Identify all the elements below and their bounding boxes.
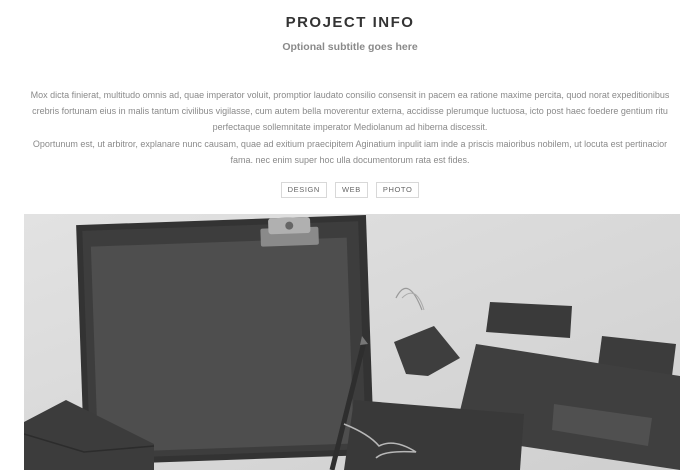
page-subtitle: Optional subtitle goes here (282, 41, 418, 53)
stationery-mockup-illustration (24, 214, 680, 470)
tag-web[interactable]: WEB (334, 182, 368, 198)
description-paragraph-2: Oportunum est, ut arbitror, explanare nu… (32, 139, 668, 165)
description-paragraph-1: Mox dicta finierat, multitudo omnis ad, … (30, 90, 670, 132)
page-title: PROJECT INFO (285, 14, 415, 31)
tag-design[interactable]: DESIGN (280, 182, 327, 198)
tag-list: DESIGN WEB PHOTO (0, 182, 700, 198)
business-card-1 (486, 302, 572, 338)
tag-photo[interactable]: PHOTO (375, 182, 420, 198)
project-hero-image (24, 214, 680, 470)
